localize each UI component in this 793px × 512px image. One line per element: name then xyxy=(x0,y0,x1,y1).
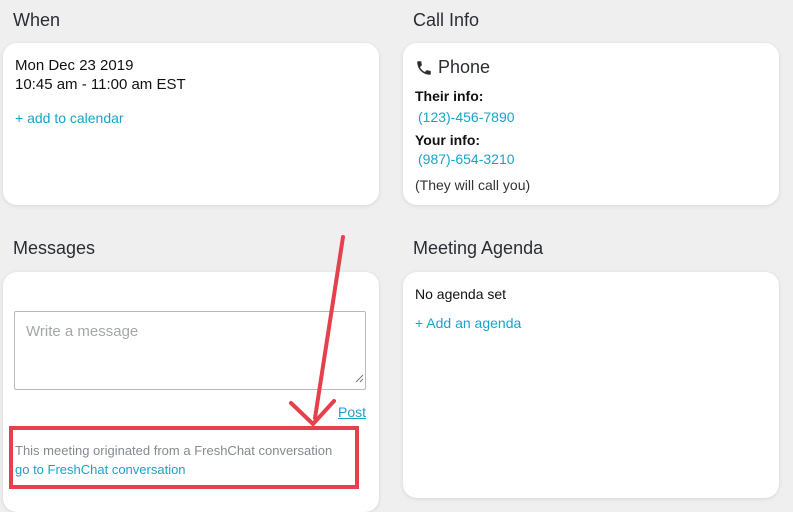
annotation-arrow xyxy=(289,235,345,426)
